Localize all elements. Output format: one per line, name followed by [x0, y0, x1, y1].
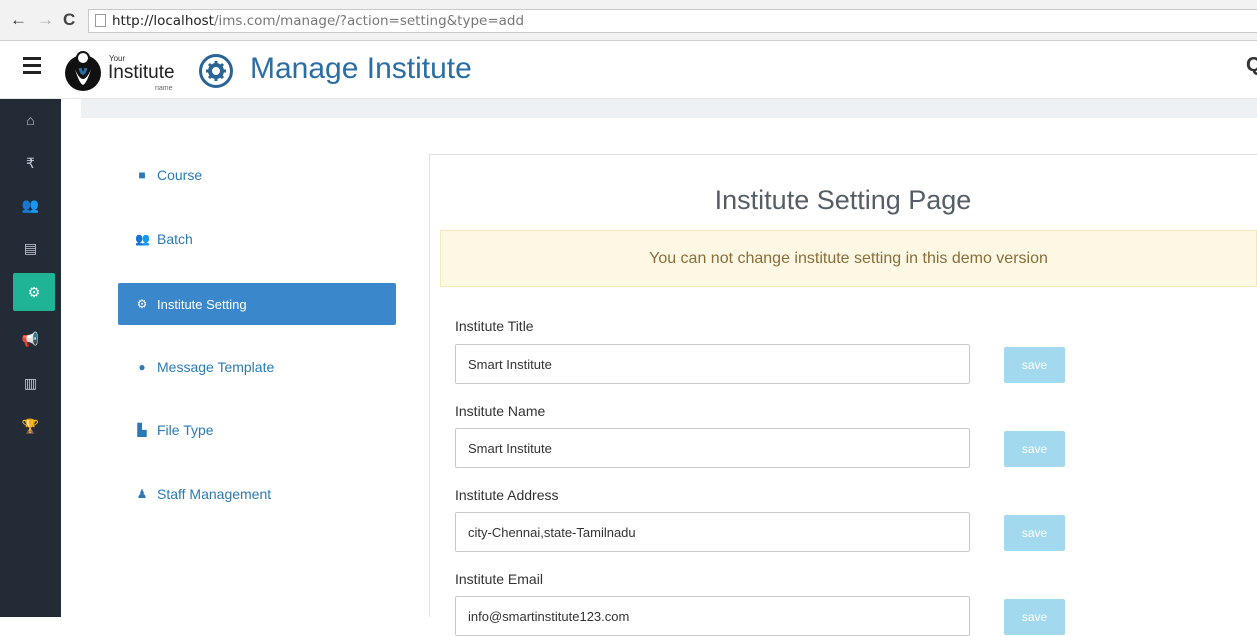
settings-gear-icon: [199, 54, 233, 88]
subnav-batch[interactable]: 👥 Batch: [118, 218, 396, 260]
address-bar[interactable]: http://localhost/ims.com/manage/?action=…: [88, 9, 1257, 33]
demo-warning-alert: You can not change institute setting in …: [440, 230, 1257, 287]
save-address-button[interactable]: save: [1004, 515, 1065, 551]
forward-arrow-icon[interactable]: →: [37, 9, 54, 31]
subnav-label: Staff Management: [157, 486, 272, 502]
rail-cogs-icon[interactable]: ⚙: [13, 273, 55, 311]
rail-trophy-icon[interactable]: 🏆: [0, 408, 61, 444]
subnav-label: Institute Setting: [157, 296, 247, 312]
institute-name-label: Institute Name: [455, 403, 546, 419]
logo-mark-icon: [65, 51, 101, 91]
subnav-label: Batch: [157, 231, 193, 247]
institute-logo[interactable]: Your Institute name: [63, 47, 185, 95]
subnav-institute-setting[interactable]: ⚙ Institute Setting: [118, 283, 396, 325]
cogs-icon: ⚙: [136, 297, 148, 311]
save-name-button[interactable]: save: [1004, 431, 1065, 467]
comment-icon: ●: [138, 360, 146, 374]
subnav-label: Course: [157, 167, 203, 183]
subnav-message-template[interactable]: ● Message Template: [118, 346, 396, 388]
rail-bar-chart-icon[interactable]: ▥: [0, 365, 61, 401]
subnav-label: Message Template: [157, 359, 275, 375]
icon-sidebar: ⌂ ₹ 👥 ▤ ⚙ 📢 ▥ 🏆: [0, 99, 61, 617]
save-email-button[interactable]: save: [1004, 599, 1065, 635]
reload-icon[interactable]: C: [63, 9, 75, 31]
institute-name-input[interactable]: [455, 428, 970, 468]
search-icon[interactable]: Q: [1246, 54, 1257, 77]
save-title-button[interactable]: save: [1004, 347, 1065, 383]
app-header: Your Institute name Manage Institute Q: [0, 42, 1257, 99]
page-title: Manage Institute: [250, 52, 472, 85]
institute-email-input[interactable]: [455, 596, 970, 636]
users-icon: 👥: [135, 232, 150, 246]
institute-title-label: Institute Title: [455, 318, 534, 334]
back-arrow-icon[interactable]: ←: [10, 9, 27, 31]
rail-rupee-icon[interactable]: ₹: [0, 145, 61, 181]
url-host: http://localhost: [112, 13, 214, 29]
subnav-staff-management[interactable]: ♟ Staff Management: [118, 473, 396, 515]
institute-address-label: Institute Address: [455, 487, 559, 503]
logo-institute-text: Institute: [108, 62, 175, 83]
subnav-label: File Type: [157, 422, 214, 438]
rail-users-icon[interactable]: 👥: [0, 187, 61, 223]
book-icon: ■: [138, 168, 146, 182]
institute-address-input[interactable]: [455, 512, 970, 552]
rail-home-icon[interactable]: ⌂: [0, 102, 61, 138]
page-icon: [95, 14, 106, 27]
logo-name-text: name: [155, 85, 173, 92]
institute-title-input[interactable]: [455, 344, 970, 384]
subnav-course[interactable]: ■ Course: [118, 154, 396, 196]
user-icon: ♟: [136, 487, 148, 501]
institute-email-label: Institute Email: [455, 571, 543, 587]
subnav-file-type[interactable]: ▙ File Type: [118, 409, 396, 451]
file-icon: ▙: [137, 423, 147, 437]
url-path: /ims.com/manage/?action=setting&type=add: [213, 13, 525, 29]
browser-toolbar: ← → C http://localhost/ims.com/manage/?a…: [0, 0, 1257, 41]
rail-bullhorn-icon[interactable]: 📢: [0, 321, 61, 357]
panel-title: Institute Setting Page: [714, 185, 972, 215]
rail-file-icon[interactable]: ▤: [0, 230, 61, 266]
hamburger-menu-icon[interactable]: [23, 57, 41, 78]
